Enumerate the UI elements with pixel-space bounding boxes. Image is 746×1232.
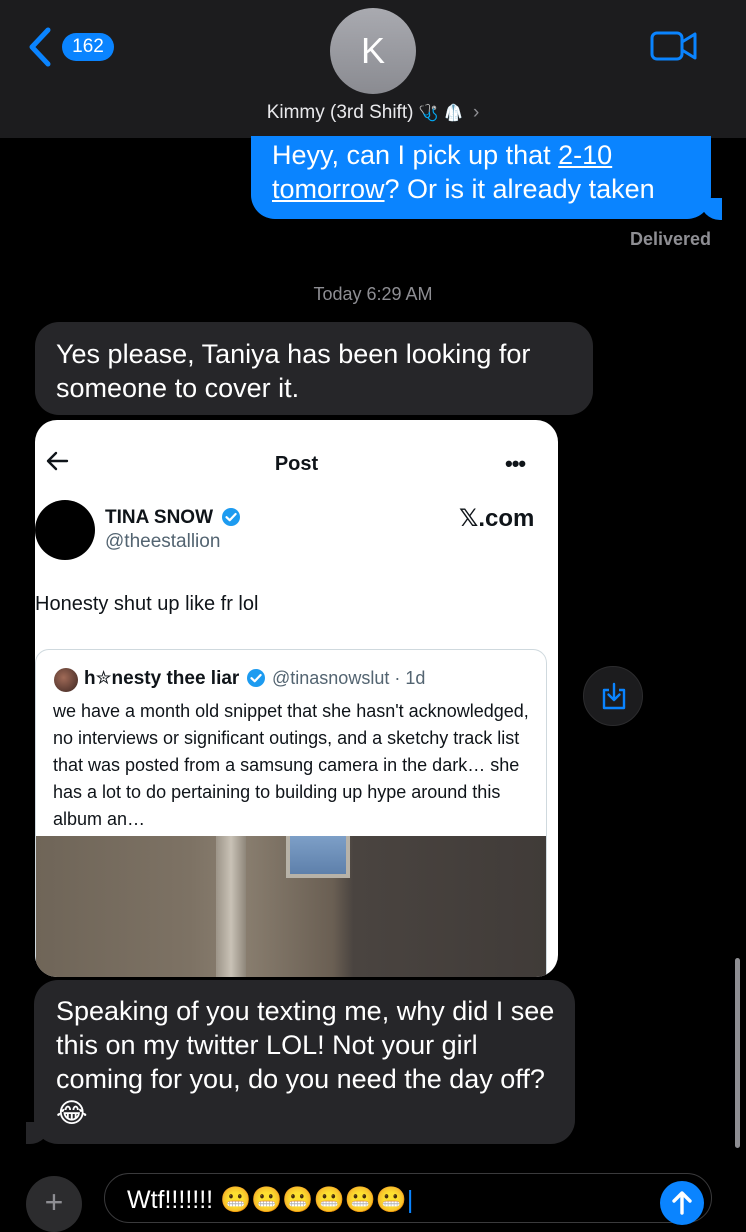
verified-badge-icon bbox=[247, 669, 265, 687]
tweet-author-avatar bbox=[35, 500, 95, 560]
quoted-tweet: h✮nesty thee liar @tinasnowslut · 1d we … bbox=[35, 649, 547, 977]
message-input[interactable]: Wtf!!!!!!! 😬😬😬😬😬😬| bbox=[104, 1173, 712, 1223]
received-message-text: Yes please, Taniya has been looking for … bbox=[56, 339, 531, 403]
sent-message-bubble[interactable]: Heyy, can I pick up that 2-10 tomorrow? … bbox=[251, 136, 711, 219]
delivery-status: Delivered bbox=[629, 229, 711, 249]
arrow-up-icon bbox=[672, 1191, 692, 1215]
save-image-button[interactable] bbox=[583, 666, 643, 726]
video-camera-icon[interactable] bbox=[650, 30, 698, 62]
sent-bubble-tail bbox=[700, 198, 722, 220]
quoted-author-name: h✮nesty thee liar bbox=[84, 668, 240, 689]
media-window bbox=[286, 836, 350, 878]
tweet-text: Honesty shut up like fr lol bbox=[35, 593, 259, 615]
tweet-author-handle: @theestallion bbox=[105, 531, 221, 552]
contact-emoji: 🩺 🥼 bbox=[418, 103, 464, 122]
contact-avatar[interactable]: K bbox=[330, 8, 416, 94]
tweet-screenshot-image[interactable]: Post ••• TINA SNOW @theestallion 𝕏.com H… bbox=[35, 420, 558, 977]
quoted-tweet-text: we have a month old snippet that she has… bbox=[53, 701, 529, 829]
received-message-bubble-2[interactable]: Speaking of you texting me, why did I se… bbox=[34, 980, 575, 1144]
tweet-page-title: Post bbox=[274, 453, 319, 475]
verified-badge-icon bbox=[222, 508, 240, 526]
sent-message-text: Heyy, can I pick up that bbox=[272, 140, 559, 170]
received-message-text-2: Speaking of you texting me, why did I se… bbox=[56, 996, 555, 1128]
sent-message-text-end: ? Or is it already taken bbox=[384, 174, 655, 204]
text-cursor: | bbox=[406, 1186, 414, 1214]
draft-text: Wtf!!!!!!! 😬😬😬😬😬😬 bbox=[127, 1186, 407, 1214]
x-site-label: 𝕏.com bbox=[459, 505, 535, 532]
quoted-tweet-media bbox=[36, 836, 546, 977]
more-options-icon: ••• bbox=[505, 451, 526, 476]
tweet-author-name: TINA SNOW bbox=[105, 507, 214, 528]
conversation-header: 162 K Kimmy (3rd Shift) 🩺 🥼 › bbox=[0, 0, 746, 138]
quoted-author-avatar bbox=[54, 668, 78, 692]
scroll-indicator[interactable] bbox=[735, 958, 740, 1148]
contact-name-label: Kimmy (3rd Shift) bbox=[266, 102, 414, 123]
save-to-device-icon bbox=[602, 682, 626, 710]
chevron-left-icon[interactable] bbox=[26, 26, 56, 68]
message-input-text: Wtf!!!!!!! 😬😬😬😬😬😬| bbox=[127, 1186, 413, 1215]
contact-name-button[interactable]: Kimmy (3rd Shift) 🩺 🥼 › bbox=[0, 102, 746, 124]
add-attachment-button[interactable]: + bbox=[26, 1176, 82, 1232]
received-message-bubble[interactable]: Yes please, Taniya has been looking for … bbox=[35, 322, 593, 415]
send-button[interactable] bbox=[660, 1181, 704, 1225]
media-door-frame bbox=[216, 836, 246, 977]
quoted-author-meta: @tinasnowslut · 1d bbox=[272, 668, 426, 688]
chevron-right-icon: › bbox=[472, 102, 480, 123]
unread-count-badge[interactable]: 162 bbox=[62, 33, 114, 61]
message-timestamp: Today 6:29 AM bbox=[313, 284, 433, 304]
